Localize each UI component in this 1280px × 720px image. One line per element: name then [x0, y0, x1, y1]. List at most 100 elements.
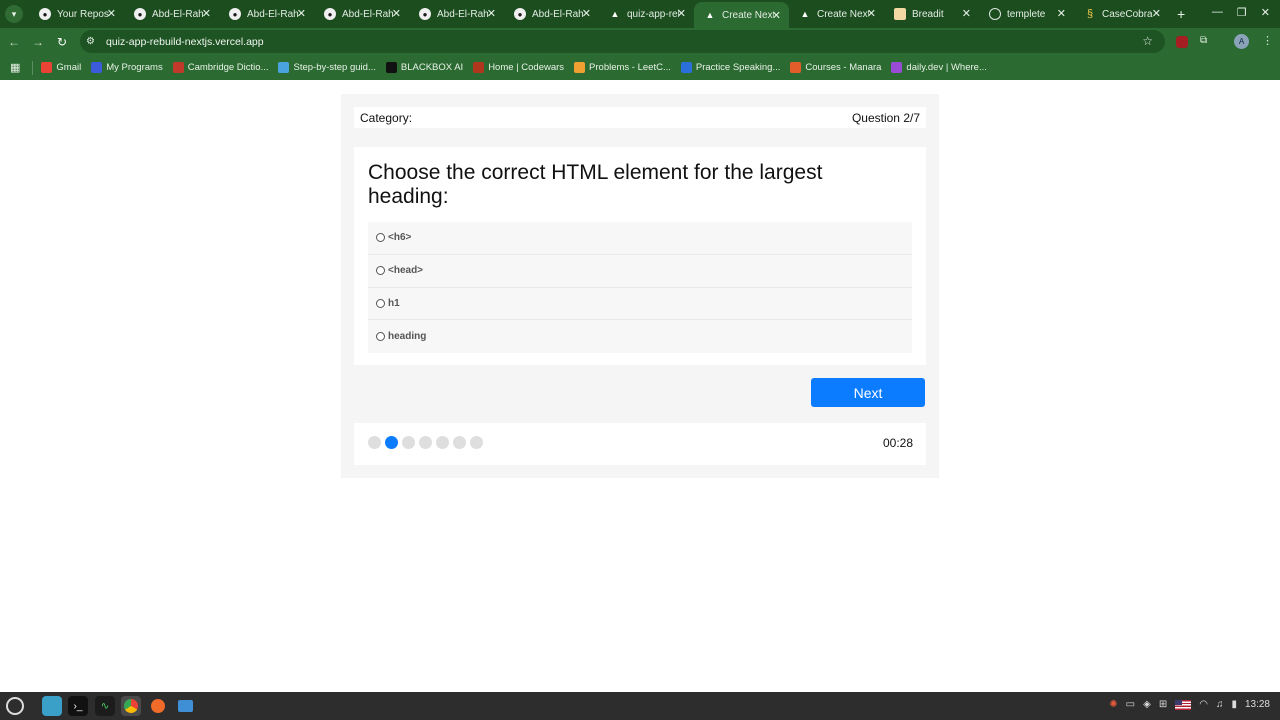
browser-tab[interactable]: ▲ Create Next ✕	[789, 0, 884, 28]
progress-dot	[436, 436, 449, 449]
radio-button[interactable]	[376, 298, 385, 308]
bookmark-item[interactable]: Cambridge Dictio...	[172, 62, 268, 73]
new-tab-plus-icon[interactable]: +	[1177, 6, 1185, 22]
radio-button[interactable]	[376, 332, 385, 342]
browser-tab[interactable]: § CaseCobra ✕	[1074, 0, 1169, 28]
terminal-icon[interactable]: ›_	[68, 696, 88, 716]
profile-avatar[interactable]: A	[1234, 34, 1249, 49]
tab-close-icon[interactable]: ✕	[962, 7, 971, 20]
radio-button[interactable]	[376, 266, 385, 276]
progress-dot	[470, 436, 483, 449]
github-icon: ●	[229, 8, 241, 20]
apps-grid-icon[interactable]: ▦	[10, 61, 20, 74]
tab-close-icon[interactable]: ✕	[392, 7, 401, 20]
browser-tab[interactable]: ▲ Create Next ✕	[694, 2, 789, 28]
browser-tab[interactable]: ● Abd-El-Rahm✕	[219, 0, 314, 28]
tab-close-icon[interactable]: ✕	[202, 7, 211, 20]
browser-tab[interactable]: ▲ quiz-app-reb ✕	[599, 0, 694, 28]
tab-close-icon[interactable]: ✕	[107, 7, 116, 20]
vercel-icon: ▲	[705, 10, 715, 20]
bookmark-list: Gmail My Programs Cambridge Dictio... Step-…	[41, 62, 996, 73]
browser-tab[interactable]: ● Abd-El-Rahm✕	[314, 0, 409, 28]
files-folder-icon[interactable]	[42, 696, 62, 716]
next-button[interactable]: Next	[811, 378, 925, 407]
restore-icon[interactable]: ❐	[1237, 6, 1247, 19]
tab-close-icon[interactable]: ✕	[487, 7, 496, 20]
tab-title: Create Next	[817, 8, 869, 20]
bookmark-item[interactable]: Practice Speaking...	[680, 62, 781, 73]
dailydev-icon	[891, 62, 903, 73]
bookmark-label: Practice Speaking...	[695, 62, 781, 73]
bookmark-label: Problems - LeetC...	[589, 62, 671, 73]
progress-dot	[402, 436, 415, 449]
url-text[interactable]: quiz-app-rebuild-nextjs.vercel.app	[106, 36, 264, 48]
system-tray: ✺ ▭ ◈ ⊞ ◠ ♫ ▮ 13:28	[1109, 699, 1270, 710]
tab-close-icon[interactable]: ✕	[677, 7, 686, 20]
bookmark-item[interactable]: Gmail	[41, 62, 81, 73]
bookmark-item[interactable]: Step-by-step guid...	[278, 62, 376, 73]
radio-button[interactable]	[376, 233, 385, 243]
extensions-puzzle-icon[interactable]: ⧉	[1200, 35, 1207, 46]
browser-menu-icon[interactable]: ⋮	[1262, 34, 1273, 47]
browser-tab[interactable]: ● Abd-El-Rahm✕	[504, 0, 599, 28]
browser-tab[interactable]: ● Your Reposi ✕	[29, 0, 124, 28]
browser-tab[interactable]: Breadit ✕	[884, 0, 979, 28]
tab-title: Abd-El-Rahm	[247, 8, 299, 20]
bookmark-item[interactable]: Home | Codewars	[473, 62, 564, 73]
bookmark-item[interactable]: daily.dev | Where...	[891, 62, 987, 73]
bookmark-item[interactable]: Courses - Manara	[790, 62, 881, 73]
tab-close-icon[interactable]: ✕	[297, 7, 306, 20]
bookmark-star-icon[interactable]: ☆	[1142, 34, 1153, 48]
updates-icon[interactable]: ✺	[1109, 699, 1117, 710]
browser-tab[interactable]: templete ✕	[979, 0, 1074, 28]
forward-arrow-icon[interactable]: →	[26, 35, 50, 49]
us-flag-keyboard-layout-icon[interactable]	[1175, 699, 1192, 710]
github-icon: ●	[134, 8, 146, 20]
answer-option-label: <h6>	[388, 232, 412, 244]
tab-title: Abd-El-Rahm	[342, 8, 394, 20]
chrome-icon[interactable]	[121, 696, 141, 716]
answer-option[interactable]: <h6>	[368, 222, 912, 255]
close-window-icon[interactable]: ✕	[1261, 6, 1270, 19]
bookmark-item[interactable]: Problems - LeetC...	[574, 62, 671, 73]
category-label: Category:	[360, 110, 413, 125]
bookmark-label: Gmail	[56, 62, 82, 73]
tab-close-icon[interactable]: ✕	[1152, 7, 1161, 20]
desktop-taskbar: ›_ ∿ ✺ ▭ ◈ ⊞ ◠ ♫ ▮ 13:28	[0, 692, 1280, 720]
clock[interactable]: 13:28	[1245, 699, 1270, 710]
site-info-icon[interactable]: ⚙	[86, 36, 100, 47]
browser-tab[interactable]: ● Abd-El-Rahm✕	[409, 0, 504, 28]
tab-search-chevron-icon[interactable]: ▾	[5, 5, 23, 23]
ublock-extension-icon[interactable]	[1176, 36, 1188, 48]
question-card: Choose the correct HTML element for the …	[354, 147, 926, 365]
tab-close-icon[interactable]: ✕	[867, 7, 876, 20]
network-card-icon[interactable]: ⊞	[1159, 699, 1167, 710]
answer-option[interactable]: <head>	[368, 254, 912, 288]
music-note-icon[interactable]: ♫	[1216, 699, 1224, 710]
system-monitor-icon[interactable]: ∿	[95, 696, 115, 716]
bookmark-item[interactable]: My Programs	[91, 62, 163, 73]
mint-menu-icon[interactable]	[6, 697, 24, 715]
brave-icon[interactable]	[148, 696, 168, 716]
tab-close-icon[interactable]: ✕	[1057, 7, 1066, 20]
omnibox[interactable]: ⚙ quiz-app-rebuild-nextjs.vercel.app ☆	[80, 30, 1165, 53]
browser-tab[interactable]: ● Abd-El-Rahm✕	[124, 0, 219, 28]
browser-tab-strip: ▾ ●Your Reposi✕●Abd-El-Rahm✕●Abd-El-Rahm…	[0, 0, 1280, 28]
keyboard-icon[interactable]: ▭	[1126, 699, 1135, 710]
wifi-icon[interactable]: ◠	[1199, 699, 1208, 710]
minimize-icon[interactable]: —	[1212, 6, 1223, 19]
answer-option[interactable]: heading	[368, 320, 912, 353]
reload-icon[interactable]: ↻	[50, 35, 74, 49]
bookmark-item[interactable]: BLACKBOX AI	[385, 62, 463, 73]
battery-shield-icon[interactable]: ◈	[1143, 699, 1151, 710]
tab-close-icon[interactable]: ✕	[582, 7, 591, 20]
battery-icon[interactable]: ▮	[1231, 699, 1237, 710]
back-arrow-icon[interactable]: ←	[2, 35, 26, 49]
answer-option[interactable]: h1	[368, 287, 912, 321]
screenshot-camera-icon[interactable]	[175, 696, 195, 716]
bread-icon	[894, 8, 906, 20]
speaking-icon	[680, 62, 692, 73]
question-counter: Question 2/7	[851, 110, 920, 125]
tab-close-icon[interactable]: ✕	[772, 9, 781, 22]
programs-icon	[91, 62, 103, 73]
